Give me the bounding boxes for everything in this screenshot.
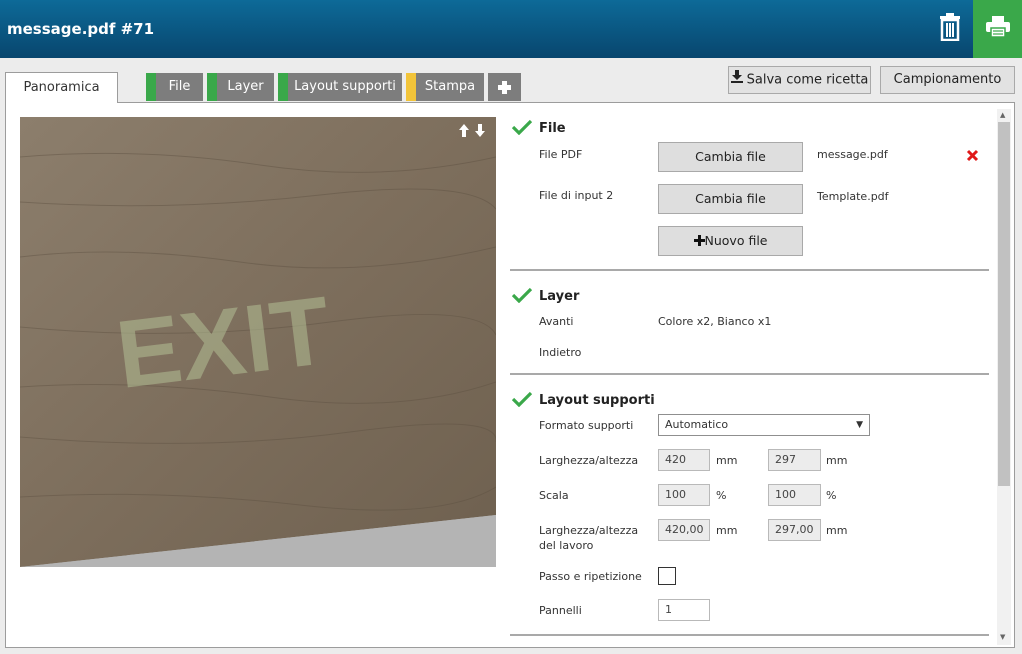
status-stripe: [406, 73, 416, 101]
print-button[interactable]: [973, 0, 1022, 58]
save-recipe-button[interactable]: Salva come ricetta: [728, 66, 871, 94]
step-repeat-checkbox[interactable]: [658, 567, 676, 585]
panels-field[interactable]: 1: [658, 599, 710, 621]
plus-icon: [693, 228, 705, 256]
change-input-file-2-button[interactable]: Cambia file: [658, 184, 803, 214]
input-file-2-label: File di input 2: [539, 189, 614, 202]
step-repeat-label: Passo e ripetizione: [539, 570, 642, 583]
front-value: Colore x2, Bianco x1: [658, 315, 772, 328]
section-title-layout: Layout supporti: [539, 393, 655, 408]
panels-label: Pannelli: [539, 604, 582, 617]
input-file-2-name: Template.pdf: [817, 190, 889, 203]
status-stripe: [278, 73, 288, 101]
new-file-button[interactable]: Nuovo file: [658, 226, 803, 256]
tab-label: Layer: [227, 79, 264, 94]
scroll-down-icon[interactable]: ▼: [1000, 633, 1005, 641]
chevron-down-icon: ▼: [856, 420, 863, 430]
tab-label: File: [168, 79, 191, 94]
size-label: Larghezza/altezza: [539, 454, 639, 467]
tab-file[interactable]: File: [146, 73, 203, 101]
section-title-file: File: [539, 121, 566, 136]
tab-overview[interactable]: Panoramica: [5, 72, 118, 103]
plus-icon: [498, 81, 511, 94]
unit-label: %: [716, 489, 727, 502]
pdf-file-label: File PDF: [539, 148, 583, 161]
work-size-label-line2: del lavoro: [539, 539, 594, 552]
media-format-label: Formato supporti: [539, 419, 634, 432]
section-title-layer: Layer: [539, 289, 580, 304]
print-preview: EXIT: [20, 117, 496, 567]
work-size-label-line1: Larghezza/altezza: [539, 524, 639, 537]
tab-layer[interactable]: Layer: [207, 73, 274, 101]
trash-icon[interactable]: [938, 13, 964, 42]
printer-icon: [986, 16, 1010, 38]
back-label: Indietro: [539, 346, 582, 359]
unit-label: mm: [716, 454, 738, 467]
front-label: Avanti: [539, 315, 574, 328]
width-field[interactable]: 420: [658, 449, 710, 471]
status-stripe: [207, 73, 217, 101]
tab-label: Layout supporti: [294, 79, 396, 94]
tab-print[interactable]: Stampa: [406, 73, 484, 101]
tab-label: Stampa: [424, 79, 476, 94]
remove-file-icon[interactable]: [966, 147, 979, 166]
media-format-value: Automatico: [665, 418, 729, 431]
sampling-button[interactable]: Campionamento: [880, 66, 1015, 94]
scale-x-field[interactable]: 100: [658, 484, 710, 506]
work-height-field[interactable]: 297,00: [768, 519, 821, 541]
unit-label: %: [826, 489, 837, 502]
tab-layout[interactable]: Layout supporti: [278, 73, 402, 101]
app-header: message.pdf #71: [0, 0, 1022, 58]
scale-label: Scala: [539, 489, 569, 502]
section-divider: [510, 269, 989, 271]
status-stripe: [146, 73, 156, 101]
new-file-label: Nuovo file: [704, 233, 768, 248]
save-recipe-label: Salva come ricetta: [746, 72, 869, 88]
swap-arrows-icon[interactable]: [458, 124, 488, 142]
scrollbar-thumb[interactable]: [998, 122, 1010, 486]
document-title: message.pdf #71: [7, 20, 155, 38]
pdf-file-name: message.pdf: [817, 148, 888, 161]
unit-label: mm: [826, 454, 848, 467]
work-width-field[interactable]: 420,00: [658, 519, 710, 541]
change-pdf-file-button[interactable]: Cambia file: [658, 142, 803, 172]
check-icon: [512, 391, 532, 407]
media-format-select[interactable]: Automatico ▼: [658, 414, 870, 436]
download-icon: [730, 67, 743, 93]
check-icon: [512, 287, 532, 303]
check-icon: [512, 119, 532, 135]
section-divider: [510, 373, 989, 375]
height-field[interactable]: 297: [768, 449, 821, 471]
scale-y-field[interactable]: 100: [768, 484, 821, 506]
scroll-up-icon[interactable]: ▲: [1000, 111, 1005, 119]
unit-label: mm: [826, 524, 848, 537]
unit-label: mm: [716, 524, 738, 537]
section-divider: [510, 634, 989, 636]
add-tab-button[interactable]: [488, 73, 521, 101]
